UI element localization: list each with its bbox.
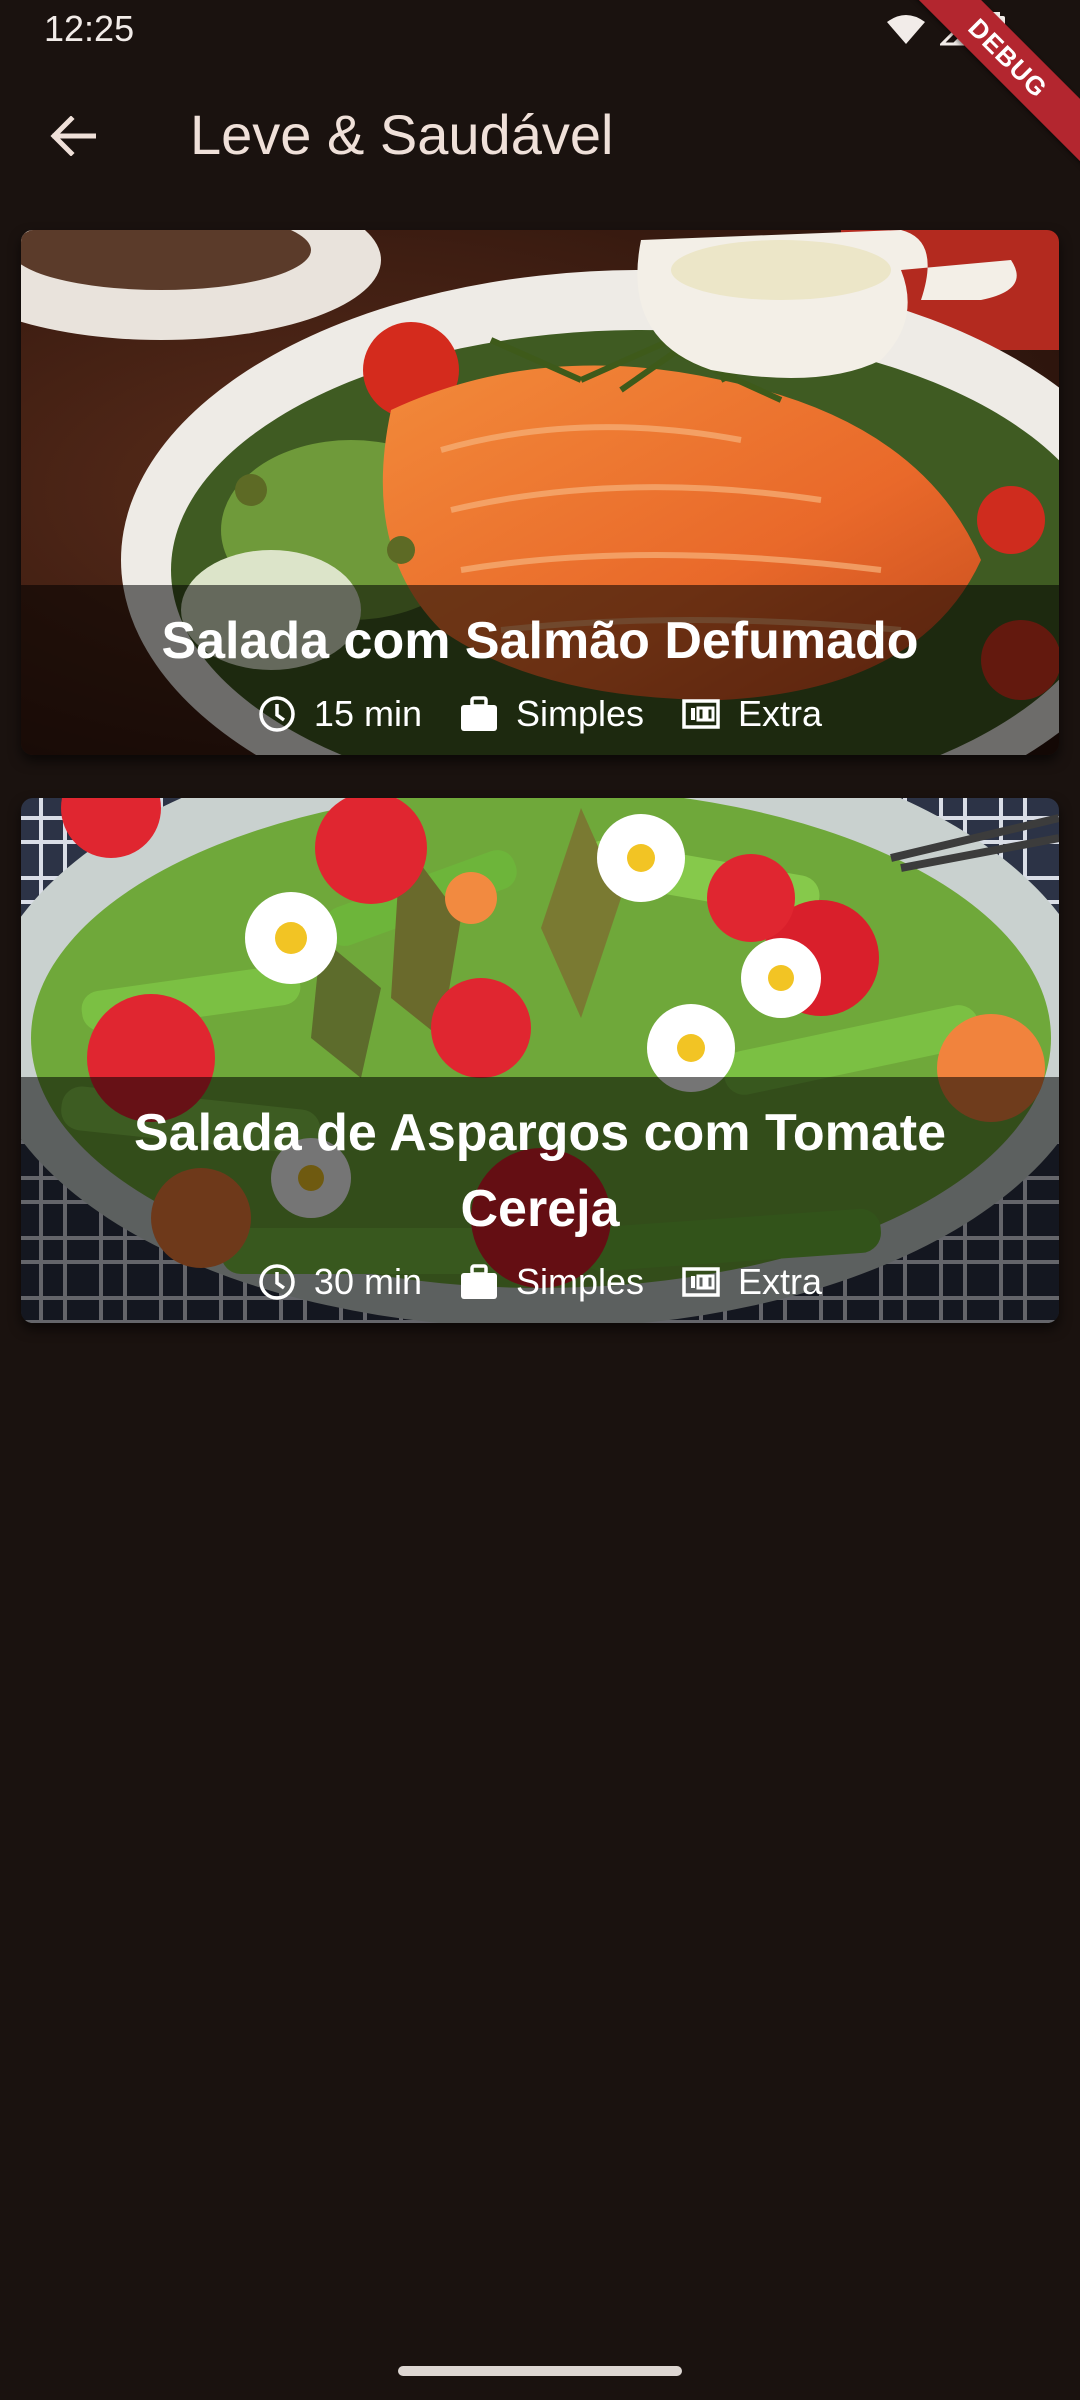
status-time: 12:25 [44,8,135,49]
briefcase-icon [460,696,498,732]
meal-title: Salada com Salmão Defumado [161,612,919,670]
meal-complexity-label: Simples [515,693,645,734]
meal-card[interactable]: Salada de Aspargos com Tomate Cereja 30 … [21,798,1059,1323]
money-icon [682,699,720,729]
meal-cost: Extra [682,1261,822,1303]
home-indicator[interactable] [398,2366,682,2376]
status-bar: 12:25 [0,0,1080,62]
meal-cost-label: Extra [738,693,823,734]
page-title: Leve & Saudável [190,103,614,166]
meal-complexity-label: Simples [515,1261,645,1302]
meal-card[interactable]: Salada com Salmão Defumado 15 min Simple… [21,230,1059,755]
clock-icon [258,695,296,733]
meal-duration: 30 min [258,1261,422,1303]
arrow-back-icon [50,114,97,161]
meal-meta: 30 min Simples Extra [61,1261,1019,1303]
meal-meta: 15 min Simples Extra [61,693,1019,735]
meal-card-overlay: Salada de Aspargos com Tomate Cereja 30 … [21,1077,1059,1323]
meal-duration-label: 30 min [313,1261,422,1302]
meal-duration: 15 min [258,693,422,735]
clock-icon [258,1263,296,1301]
money-icon [682,1267,720,1297]
briefcase-icon [460,1264,498,1300]
meal-cost-label: Extra [738,1261,823,1302]
meal-list: Salada com Salmão Defumado 15 min Simple… [0,230,1080,1366]
meal-complexity: Simples [460,1261,644,1303]
back-button[interactable] [36,101,110,175]
wifi-icon [886,14,926,46]
meal-cost: Extra [682,693,822,735]
meal-duration-label: 15 min [313,693,422,734]
meal-title: Salada de Aspargos com Tomate Cereja [133,1104,947,1238]
app-bar: Leve & Saudável [0,70,1080,200]
meal-card-overlay: Salada com Salmão Defumado 15 min Simple… [21,585,1059,755]
meal-complexity: Simples [460,693,644,735]
